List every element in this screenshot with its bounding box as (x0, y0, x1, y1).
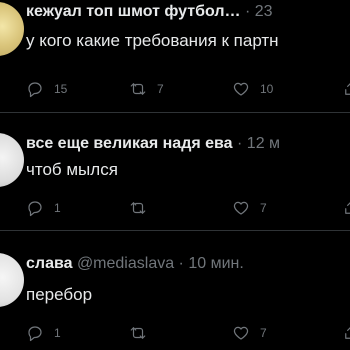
retweet-icon (130, 83, 146, 95)
tweet-meta: @mediaslava · 10 мин. (76, 255, 244, 272)
retweet-button[interactable] (129, 324, 157, 342)
author-name[interactable]: слава (26, 255, 72, 272)
author-name[interactable]: все еще великая надя ева (26, 135, 233, 152)
avatar[interactable] (0, 2, 24, 56)
reply-count: 1 (54, 201, 61, 215)
tweet-meta: · 12 м (237, 135, 281, 152)
reply-button[interactable]: 1 (26, 199, 61, 217)
share-button[interactable] (342, 80, 350, 98)
like-button[interactable]: 7 (232, 199, 267, 217)
tweet-text: перебор (26, 285, 93, 304)
tweet-header: кежуал топ шмот футбол… · 23 (26, 2, 273, 22)
like-button[interactable]: 10 (232, 80, 273, 98)
heart-icon (233, 326, 249, 340)
like-count: 7 (260, 201, 267, 215)
tweet[interactable]: слава @mediaslava · 10 мин. перебор 1 7 (0, 231, 350, 350)
reply-button[interactable]: 15 (26, 80, 67, 98)
reply-icon (28, 326, 42, 342)
tweet-header: все еще великая надя ева · 12 м (26, 134, 280, 154)
reply-icon (28, 82, 42, 98)
retweet-icon (130, 202, 146, 214)
retweet-button[interactable] (129, 199, 157, 217)
like-button[interactable]: 7 (232, 324, 267, 342)
share-icon (345, 83, 350, 95)
share-button[interactable] (342, 199, 350, 217)
tweet-text: у кого какие требования к партн (26, 31, 279, 50)
like-count: 7 (260, 326, 267, 340)
retweet-button[interactable]: 7 (129, 80, 164, 98)
tweet[interactable]: кежуал топ шмот футбол… · 23 у кого каки… (0, 0, 350, 112)
retweet-count: 7 (157, 82, 164, 96)
share-button[interactable] (342, 324, 350, 342)
tweet-meta: · 23 (244, 3, 273, 20)
tweet-header: слава @mediaslava · 10 мин. (26, 254, 244, 274)
reply-icon (28, 201, 42, 217)
avatar[interactable] (0, 133, 24, 187)
heart-icon (233, 82, 249, 96)
author-name[interactable]: кежуал топ шмот футбол… (26, 3, 241, 20)
reply-count: 1 (54, 326, 61, 340)
tweet-text: чтоб мылся (26, 160, 118, 179)
retweet-icon (130, 327, 146, 339)
reply-button[interactable]: 1 (26, 324, 61, 342)
heart-icon (233, 201, 249, 215)
share-icon (345, 202, 350, 214)
tweet-feed: кежуал топ шмот футбол… · 23 у кого каки… (0, 0, 350, 350)
share-icon (345, 327, 350, 339)
like-count: 10 (260, 82, 274, 96)
avatar[interactable] (0, 253, 24, 307)
reply-count: 15 (54, 82, 68, 96)
tweet[interactable]: все еще великая надя ева · 12 м чтоб мыл… (0, 113, 350, 230)
